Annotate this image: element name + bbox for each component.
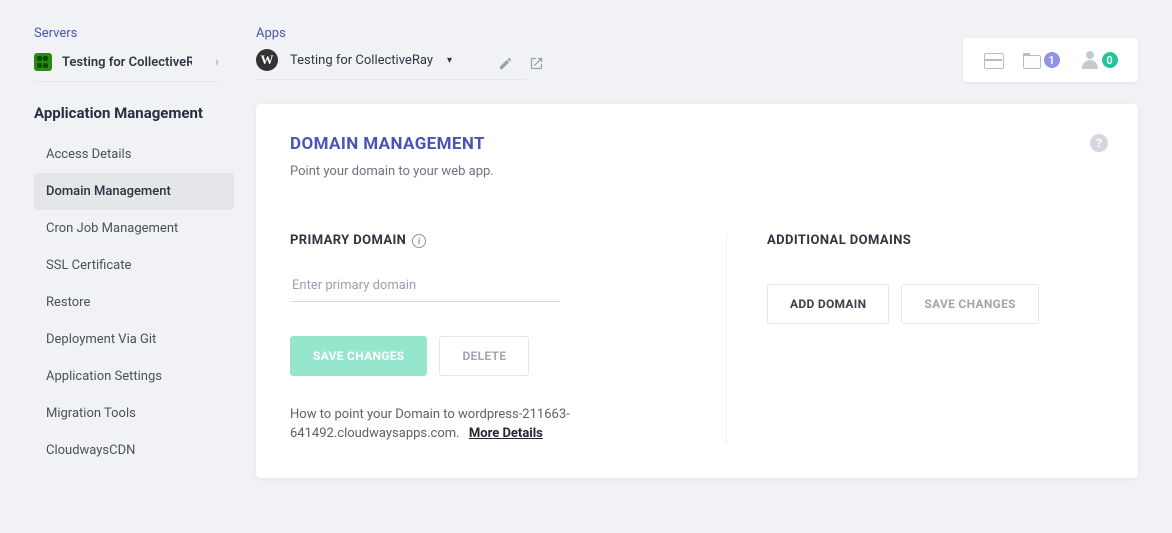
additional-domains-label: ADDITIONAL DOMAINS	[767, 233, 911, 248]
list-view-icon[interactable]	[984, 53, 1002, 67]
sidebar-item-migration-tools[interactable]: Migration Tools	[34, 395, 234, 432]
chevron-right-icon: ›	[215, 54, 219, 70]
app-name: Testing for CollectiveRay	[290, 53, 433, 68]
projects-count-badge: 1	[1044, 52, 1060, 68]
wordpress-icon: W	[256, 49, 278, 71]
server-selector[interactable]: Testing for CollectiveR ›	[34, 53, 219, 82]
sidebar-item-access-details[interactable]: Access Details	[34, 136, 234, 173]
save-primary-domain-button[interactable]: SAVE CHANGES	[290, 336, 427, 376]
team-indicator[interactable]: 0	[1081, 51, 1118, 69]
save-additional-domains-button[interactable]: SAVE CHANGES	[901, 284, 1038, 324]
sidebar-item-domain-management[interactable]: Domain Management	[34, 173, 234, 210]
caret-down-icon: ▾	[447, 55, 452, 66]
sidebar-item-restore[interactable]: Restore	[34, 284, 234, 321]
servers-breadcrumb[interactable]: Servers	[34, 26, 256, 41]
edit-icon[interactable]	[498, 56, 513, 75]
primary-domain-input[interactable]	[290, 270, 560, 302]
sidebar-item-application-settings[interactable]: Application Settings	[34, 358, 234, 395]
projects-indicator[interactable]: 1	[1023, 52, 1060, 68]
panel-title: DOMAIN MANAGEMENT	[290, 134, 1104, 154]
server-icon	[34, 53, 52, 71]
info-icon[interactable]: i	[412, 234, 426, 248]
top-right-toolbar: 1 0	[963, 38, 1138, 82]
user-icon	[1081, 51, 1099, 69]
sidebar-item-cloudwayscdn[interactable]: CloudwaysCDN	[34, 432, 234, 469]
panel-subtitle: Point your domain to your web app.	[290, 164, 1104, 179]
delete-primary-domain-button[interactable]: DELETE	[439, 336, 529, 376]
sidebar-item-deployment-via-git[interactable]: Deployment Via Git	[34, 321, 234, 358]
primary-domain-label: PRIMARY DOMAIN	[290, 233, 406, 248]
help-icon[interactable]: ?	[1090, 134, 1108, 152]
server-name: Testing for CollectiveR	[62, 55, 192, 70]
add-domain-button[interactable]: ADD DOMAIN	[767, 284, 889, 324]
apps-breadcrumb[interactable]: Apps	[256, 26, 526, 41]
sidebar-item-ssl-certificate[interactable]: SSL Certificate	[34, 247, 234, 284]
primary-domain-help-text: How to point your Domain to wordpress-21…	[290, 406, 670, 444]
sidebar-title: Application Management	[34, 104, 256, 122]
more-details-link[interactable]: More Details	[469, 426, 543, 441]
team-count-badge: 0	[1102, 52, 1118, 68]
main-panel: ? DOMAIN MANAGEMENT Point your domain to…	[256, 104, 1138, 478]
sidebar-item-cron-job-management[interactable]: Cron Job Management	[34, 210, 234, 247]
projects-icon	[1023, 53, 1041, 67]
open-external-icon[interactable]	[529, 56, 544, 75]
